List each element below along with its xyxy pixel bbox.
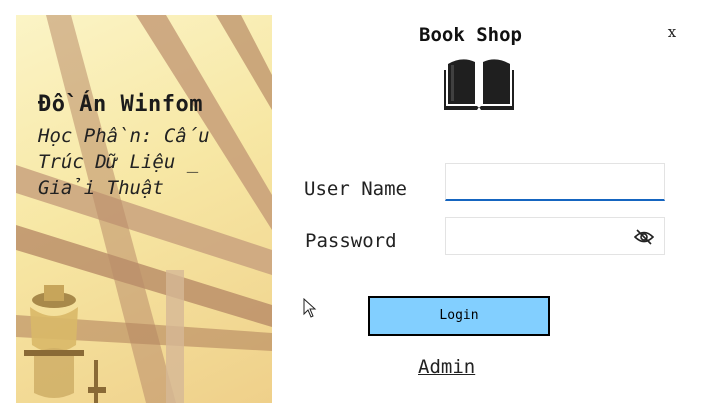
password-field[interactable] xyxy=(445,217,665,255)
username-label: User Name xyxy=(304,178,407,200)
mouse-cursor-icon xyxy=(303,297,317,322)
course-line-2: Trúc Dữ Liệu _ xyxy=(38,151,199,173)
side-illustration xyxy=(16,15,272,403)
course-line-3: Giải Thuật xyxy=(38,177,164,199)
app-title: Book Shop xyxy=(419,24,522,46)
close-button[interactable]: x xyxy=(662,22,682,42)
login-button[interactable]: Login xyxy=(368,296,550,336)
eye-slash-icon[interactable] xyxy=(633,229,655,249)
course-line-1: Học Phần: Cấu xyxy=(38,125,210,147)
open-book-icon xyxy=(444,56,514,116)
illustration-art xyxy=(16,15,272,403)
admin-link[interactable]: Admin xyxy=(418,356,475,378)
username-field[interactable] xyxy=(445,163,665,201)
project-title: Đồ Án Winfom xyxy=(38,92,203,117)
password-input[interactable] xyxy=(452,219,636,255)
username-input[interactable] xyxy=(452,165,636,201)
password-label: Password xyxy=(305,230,397,252)
